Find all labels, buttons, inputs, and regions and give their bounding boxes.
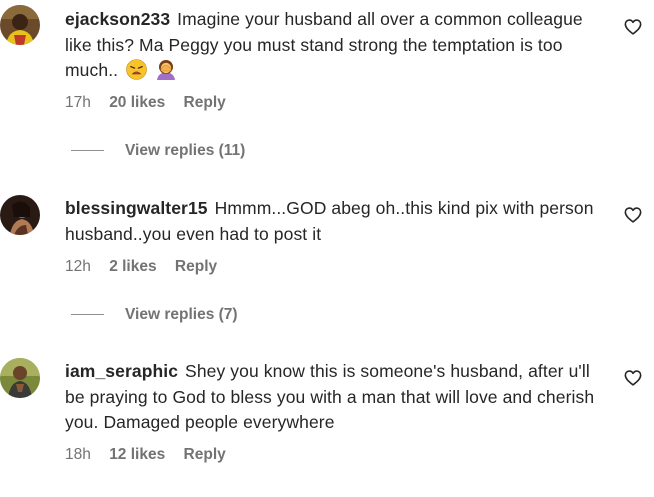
view-replies-label: View replies (7)	[125, 306, 238, 323]
comment-username[interactable]: ejackson233	[65, 9, 170, 29]
comment-username[interactable]: iam_seraphic	[65, 361, 178, 381]
comment-likes[interactable]: 20 likes	[109, 94, 165, 111]
reply-button[interactable]: Reply	[184, 446, 226, 463]
comment-meta: 17h 20 likes Reply	[65, 94, 240, 112]
heart-outline-icon[interactable]	[624, 19, 642, 35]
comment-meta: 18h 12 likes Reply	[65, 446, 240, 464]
comment-meta: 12h 2 likes Reply	[65, 258, 231, 276]
comment-time[interactable]: 18h	[65, 446, 91, 463]
person-facepalming-emoji-icon	[155, 58, 177, 88]
comment-body: blessingwalter15 Hmmm...GOD abeg oh..thi…	[65, 196, 605, 247]
comment-username[interactable]: blessingwalter15	[65, 198, 208, 218]
comment-body: iam_seraphic Shey you know this is someo…	[65, 359, 605, 436]
avatar[interactable]	[0, 358, 40, 398]
heart-outline-icon[interactable]	[624, 207, 642, 223]
comment-time[interactable]: 17h	[65, 94, 91, 111]
view-replies-label: View replies (11)	[125, 142, 246, 159]
view-replies-button[interactable]: View replies (11)	[71, 142, 245, 160]
divider-line	[71, 150, 104, 152]
comment-time[interactable]: 12h	[65, 258, 91, 275]
comment-likes[interactable]: 12 likes	[109, 446, 165, 463]
view-replies-button[interactable]: View replies (7)	[71, 306, 238, 324]
reply-button[interactable]: Reply	[175, 258, 217, 275]
comment-likes[interactable]: 2 likes	[109, 258, 156, 275]
avatar[interactable]	[0, 5, 40, 45]
reply-button[interactable]: Reply	[184, 94, 226, 111]
divider-line	[71, 314, 104, 316]
avatar[interactable]	[0, 195, 40, 235]
weary-face-emoji-icon	[126, 59, 147, 88]
heart-outline-icon[interactable]	[624, 370, 642, 386]
comment-body: ejackson233 Imagine your husband all ove…	[65, 7, 605, 88]
